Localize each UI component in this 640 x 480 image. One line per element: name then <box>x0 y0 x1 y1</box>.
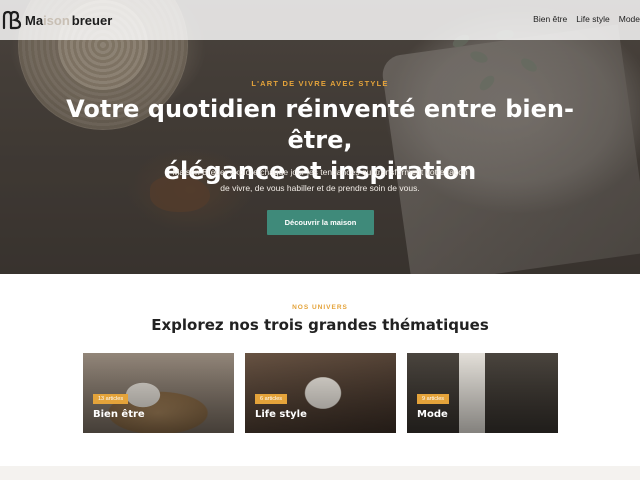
section-eyebrow: NOS UNIVERS <box>292 304 348 311</box>
article-count-badge: 6 articles <box>255 394 288 404</box>
brand-name: Maison breuer <box>25 12 113 28</box>
hero-subtitle-line-2: de vivre, de vous habiller et de prendre… <box>220 183 420 193</box>
hero-subtitle: Maison Breuer explore chaque jour les te… <box>150 164 490 196</box>
category-card-mode[interactable]: 9 articles Mode <box>407 353 558 433</box>
brand-logo[interactable]: Maison breuer <box>2 10 112 30</box>
hero-title-line-1: Votre quotidien réinventé entre bien-êtr… <box>66 95 574 154</box>
section-title: Explorez nos trois grandes thématiques <box>151 316 489 334</box>
category-card-life-style[interactable]: 6 articles Life style <box>245 353 396 433</box>
nav-item-mode[interactable]: Mode <box>619 14 640 24</box>
mb-monogram-icon <box>2 10 22 30</box>
card-title: Mode <box>417 409 448 420</box>
category-card-bien-etre[interactable]: 13 articles Bien être <box>83 353 234 433</box>
article-count-badge: 13 articles <box>93 394 129 404</box>
card-title: Bien être <box>93 409 145 420</box>
hero-leaf-image <box>468 49 490 65</box>
hero-eyebrow: L'ART DE VIVRE AVEC STYLE <box>251 79 389 88</box>
hero-subtitle-line-1: Maison Breuer explore chaque jour les te… <box>172 167 468 177</box>
nav-item-life-style[interactable]: Life style <box>576 14 610 24</box>
discover-house-button[interactable]: Découvrir la maison <box>267 210 374 235</box>
top-navbar: Maison breuer Bien être Life style Mode <box>0 0 640 40</box>
card-title: Life style <box>255 409 307 420</box>
main-menu: Bien être Life style Mode <box>533 14 640 24</box>
nav-item-bien-etre[interactable]: Bien être <box>533 14 567 24</box>
article-count-badge: 9 articles <box>417 394 450 404</box>
next-section-strip <box>0 466 640 480</box>
hero-leaf-image <box>518 55 540 75</box>
